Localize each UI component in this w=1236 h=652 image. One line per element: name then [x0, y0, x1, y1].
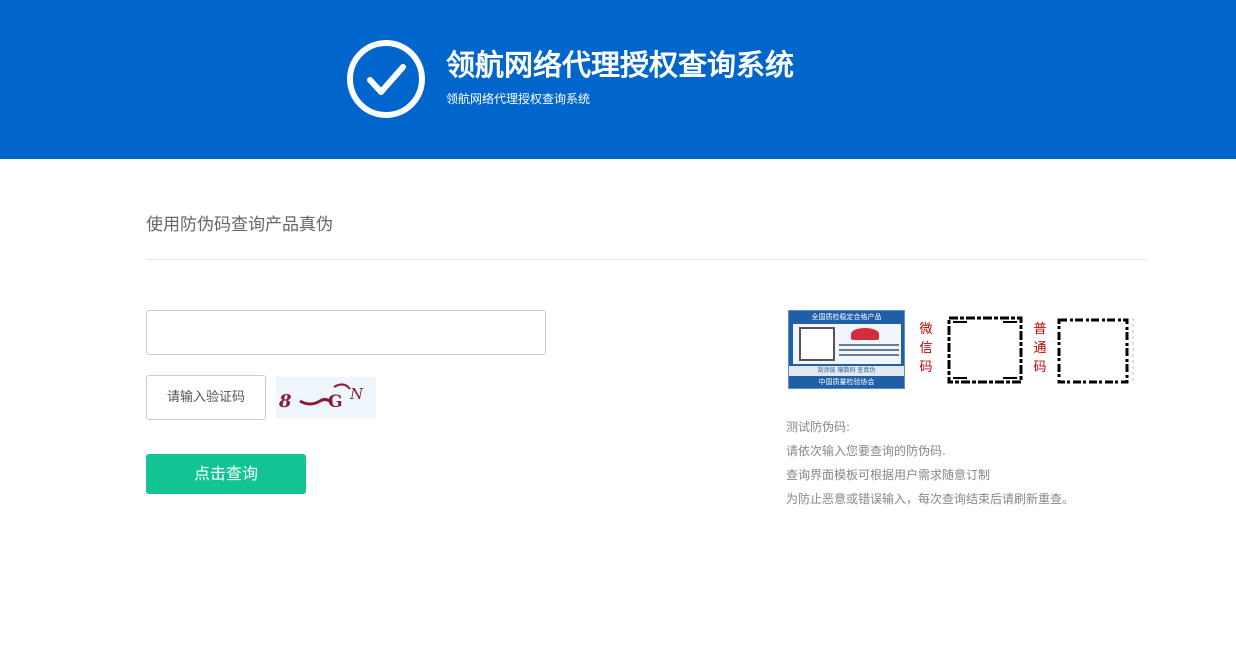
label-seal-icon: [851, 328, 879, 340]
section-divider: [146, 259, 1146, 260]
normal-code-label: 普通码: [1033, 322, 1047, 375]
label-inner-panel: [793, 324, 901, 364]
label-bottom-text: 中国质量检验协会: [818, 378, 875, 386]
wechat-code-label: 微信码: [919, 322, 933, 375]
captcha-image[interactable]: 8 G N: [276, 377, 376, 418]
system-subtitle: 领航网络代理授权查询系统: [446, 92, 591, 106]
label-qr-icon: [799, 327, 835, 361]
note-line: 测试防伪码:: [786, 420, 851, 434]
normal-qr-code-icon: [1057, 316, 1137, 384]
svg-text:8: 8: [278, 391, 292, 412]
label-text-line: [839, 349, 899, 351]
note-line: 查询界面模板可根据用户需求随意订制: [786, 468, 991, 482]
check-circle-icon: [347, 40, 425, 118]
wechat-qr-code-icon: [947, 316, 1023, 384]
anti-fake-label-sample: 全国质检稳定合格产品 刮涂层 输数码 查真伪 中国质量检验协会: [788, 310, 905, 389]
captcha-input[interactable]: [146, 375, 266, 420]
svg-text:N: N: [349, 385, 364, 403]
system-title: 领航网络代理授权查询系统: [446, 48, 795, 82]
label-text-line: [839, 344, 899, 346]
label-top-text: 全国质检稳定合格产品: [811, 313, 882, 321]
test-notes: 测试防伪码: 请依次输入您要查询的防伪码. 查询界面模板可根据用户需求随意订制 …: [786, 415, 1074, 511]
note-line: 请依次输入您要查询的防伪码.: [786, 444, 946, 458]
label-text-line: [839, 354, 899, 356]
query-button[interactable]: 点击查询: [146, 454, 306, 494]
note-line: 为防止恶意或错误输入，每次查询结束后请刷新重查。: [786, 492, 1075, 506]
section-title: 使用防伪码查询产品真伪: [146, 215, 333, 235]
anti-fake-code-input[interactable]: [146, 310, 546, 355]
svg-text:G: G: [328, 392, 343, 412]
header-banner: 领航网络代理授权查询系统 领航网络代理授权查询系统: [0, 0, 1236, 159]
label-middle-text: 刮涂层 输数码 查真伪: [789, 366, 904, 376]
